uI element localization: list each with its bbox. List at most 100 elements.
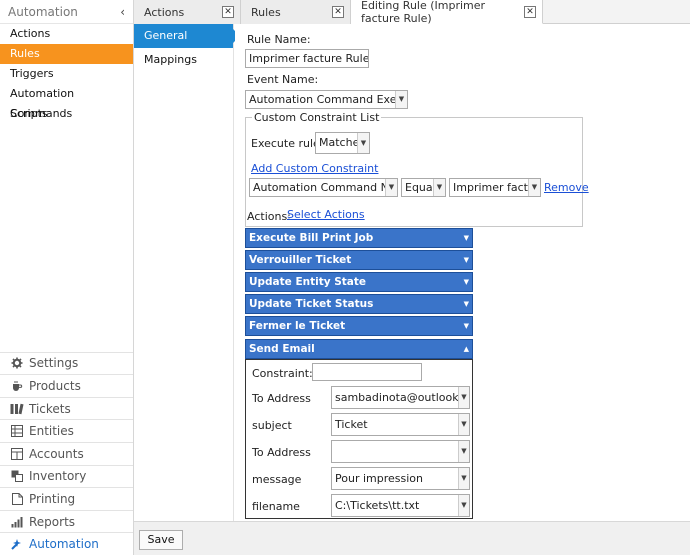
sidebar-item-triggers[interactable]: Triggers <box>0 64 133 84</box>
nav-label: Settings <box>29 356 79 371</box>
chevron-down-icon: ▼ <box>463 322 469 330</box>
action-label: Fermer le Ticket <box>249 320 346 332</box>
chevron-down-icon: ▼ <box>458 468 469 489</box>
chevron-down-icon: ▼ <box>463 234 469 242</box>
param-label-to-address-2: To Address <box>252 446 311 459</box>
remove-constraint-link[interactable]: Remove <box>544 181 589 194</box>
param-to-address-2-select[interactable]: ▼ <box>331 440 470 463</box>
execute-rule-select[interactable]: Matches ▼ <box>315 132 370 154</box>
chevron-down-icon: ▼ <box>463 300 469 308</box>
nav-label: Reports <box>29 514 76 529</box>
param-to-address-select[interactable]: sambadinota@outlook.com ▼ <box>331 386 470 409</box>
action-update-entity-state[interactable]: Update Entity State ▼ <box>245 272 473 292</box>
tab-mappings[interactable]: Mappings <box>134 48 233 72</box>
action-fermer-le-ticket[interactable]: Fermer le Ticket ▼ <box>245 316 473 336</box>
rule-editor-form: Rule Name: Imprimer facture Rule Event N… <box>235 24 690 521</box>
save-button[interactable]: Save <box>139 530 183 550</box>
collapse-icon[interactable]: ‹ <box>120 5 125 19</box>
nav-reports[interactable]: Reports <box>0 509 133 533</box>
chevron-up-icon: ▲ <box>463 345 469 353</box>
close-icon[interactable]: ✕ <box>524 5 536 18</box>
action-label: Update Ticket Status <box>249 298 374 310</box>
select-value: Ticket <box>335 418 368 431</box>
select-value: sambadinota@outlook.com <box>335 391 469 404</box>
action-label: Update Entity State <box>249 276 367 288</box>
param-label-filename: filename <box>252 500 300 513</box>
chevron-down-icon: ▼ <box>357 133 369 153</box>
param-label-to-address: To Address <box>252 392 311 405</box>
nav-label: Printing <box>29 492 76 507</box>
chevron-down-icon: ▼ <box>458 387 469 408</box>
action-verrouiller-ticket[interactable]: Verrouiller Ticket ▼ <box>245 250 473 270</box>
sidebar-item-automation-commands[interactable]: Automation Commands <box>0 84 133 120</box>
action-execute-bill-print-job[interactable]: Execute Bill Print Job ▼ <box>245 228 473 248</box>
action-label: Send Email <box>249 343 315 355</box>
constraint-value-select[interactable]: Imprimer facture ▼ <box>449 178 541 197</box>
chevron-down-icon: ▼ <box>463 278 469 286</box>
document-tabs: Actions ✕ Rules ✕ Editing Rule (Imprimer… <box>134 0 690 25</box>
rule-name-input[interactable]: Imprimer facture Rule <box>245 49 369 68</box>
chevron-down-icon: ▼ <box>433 179 445 196</box>
add-custom-constraint-link[interactable]: Add Custom Constraint <box>251 162 378 175</box>
document-icon <box>10 492 24 506</box>
param-subject-select[interactable]: Ticket ▼ <box>331 413 470 436</box>
nav-label: Automation <box>29 537 99 552</box>
select-actions-link[interactable]: Select Actions <box>287 208 365 221</box>
nav-accounts[interactable]: Accounts <box>0 442 133 465</box>
select-value: Automation Command Name <box>253 181 398 194</box>
action-label: Execute Bill Print Job <box>249 232 374 244</box>
group-title: Custom Constraint List <box>252 111 382 124</box>
rule-name-label: Rule Name: <box>247 33 311 46</box>
tab-label: Rules <box>251 5 281 19</box>
inventory-icon <box>10 469 24 483</box>
param-filename-select[interactable]: C:\Tickets\tt.txt ▼ <box>331 494 470 517</box>
select-value: Pour impression <box>335 472 423 485</box>
send-email-parameters: Constraint: To Address sambadinota@outlo… <box>245 359 473 519</box>
chevron-down-icon: ▼ <box>458 495 469 516</box>
chevron-down-icon: ▼ <box>458 414 469 435</box>
chevron-down-icon: ▼ <box>385 179 397 196</box>
sidebar-header: Automation ‹ <box>0 0 133 24</box>
entities-icon <box>10 424 24 438</box>
chevron-down-icon: ▼ <box>395 91 407 108</box>
chevron-down-icon: ▼ <box>463 256 469 264</box>
tab-actions[interactable]: Actions ✕ <box>134 0 241 24</box>
event-name-select[interactable]: Automation Command Executed ▼ <box>245 90 408 109</box>
nav-label: Products <box>29 379 81 394</box>
tab-editing-rule[interactable]: Editing Rule (Imprimer facture Rule) ✕ <box>351 0 543 25</box>
module-nav: Settings Products Tickets Entities Accou… <box>0 351 133 555</box>
bar-chart-icon <box>10 515 24 529</box>
action-label: Verrouiller Ticket <box>249 254 352 266</box>
actions-label: Actions: <box>247 210 291 223</box>
constraint-operator-select[interactable]: Equals ▼ <box>401 178 446 197</box>
settings-nav: General Settings Mappings <box>134 24 240 521</box>
sidebar-item-rules[interactable]: Rules <box>0 44 133 64</box>
nav-tickets[interactable]: Tickets <box>0 396 133 420</box>
event-name-label: Event Name: <box>247 73 319 86</box>
param-label-message: message <box>252 473 302 486</box>
tab-general-settings[interactable]: General Settings <box>134 24 240 66</box>
param-message-select[interactable]: Pour impression ▼ <box>331 467 470 490</box>
gear-icon <box>10 356 24 370</box>
bottom-bar: Save <box>134 521 690 555</box>
sidebar-title: Automation <box>8 4 78 19</box>
constraint-input[interactable] <box>312 363 422 381</box>
nav-inventory[interactable]: Inventory <box>0 464 133 488</box>
sidebar-item-actions[interactable]: Actions <box>0 24 133 44</box>
action-update-ticket-status[interactable]: Update Ticket Status ▼ <box>245 294 473 314</box>
close-icon[interactable]: ✕ <box>222 6 234 18</box>
param-label-subject: subject <box>252 419 292 432</box>
tickets-icon <box>10 402 24 416</box>
chevron-down-icon: ▼ <box>528 179 540 196</box>
nav-settings[interactable]: Settings <box>0 351 133 375</box>
nav-products[interactable]: Products <box>0 374 133 397</box>
constraint-field-select[interactable]: Automation Command Name ▼ <box>249 178 398 197</box>
accounts-icon <box>10 447 24 461</box>
nav-printing[interactable]: Printing <box>0 487 133 510</box>
close-icon[interactable]: ✕ <box>332 6 344 18</box>
nav-automation[interactable]: Automation <box>0 532 133 555</box>
constraint-label: Constraint: <box>252 367 313 380</box>
tab-rules[interactable]: Rules ✕ <box>241 0 351 24</box>
action-send-email[interactable]: Send Email ▲ <box>245 339 473 359</box>
nav-entities[interactable]: Entities <box>0 419 133 442</box>
